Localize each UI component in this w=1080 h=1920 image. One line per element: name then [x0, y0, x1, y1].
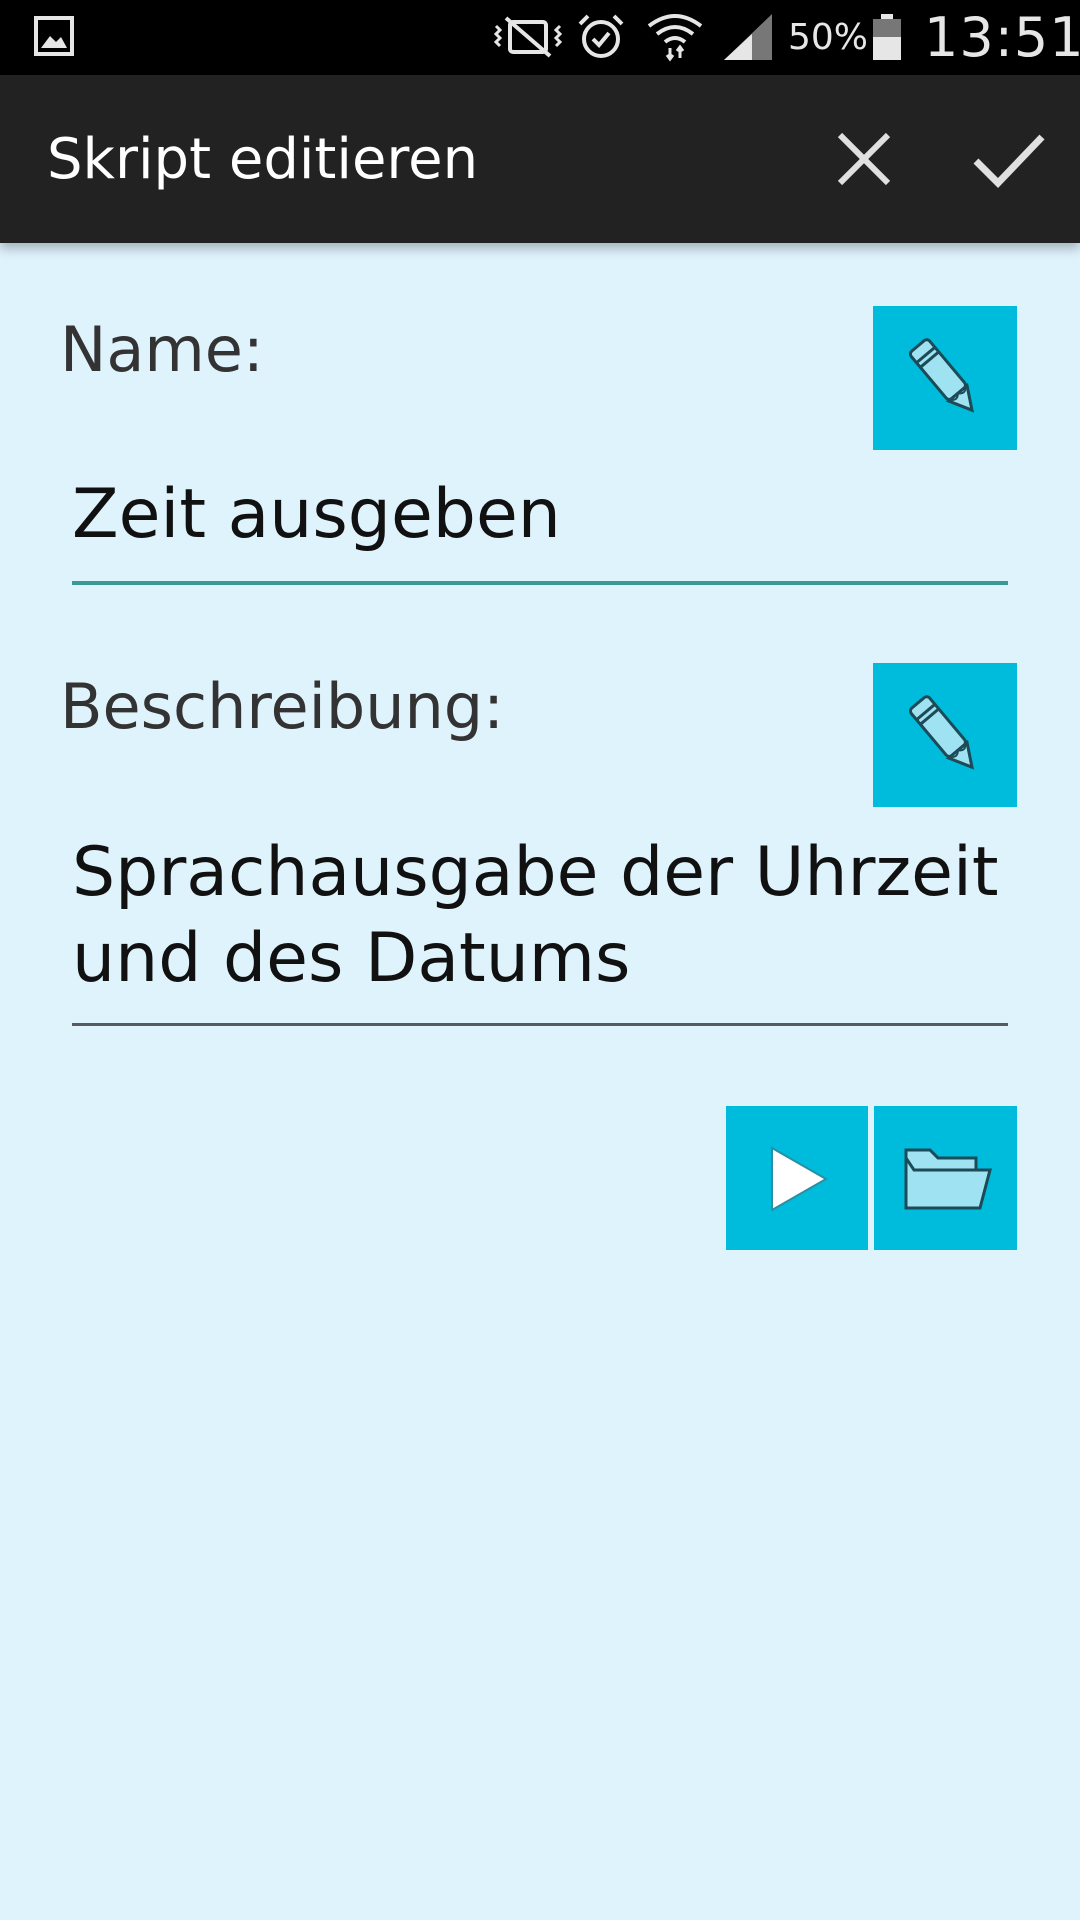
description-field[interactable]: Sprachausgabe der Uhrzeit und des Datums — [72, 830, 1012, 1002]
close-icon — [837, 132, 891, 186]
clock: 13:51 — [924, 6, 1080, 69]
name-field[interactable]: Zeit ausgeben — [72, 472, 1012, 558]
open-file-button[interactable] — [874, 1106, 1017, 1250]
page-title: Skript editieren — [47, 127, 479, 192]
signal-icon — [724, 14, 772, 60]
edit-description-button[interactable] — [873, 663, 1017, 807]
check-icon — [973, 134, 1045, 189]
folder-icon — [904, 1148, 992, 1210]
description-field-underline — [72, 1023, 1008, 1026]
confirm-button[interactable] — [958, 109, 1058, 209]
description-label: Beschreibung: — [60, 670, 505, 743]
cancel-button[interactable] — [814, 109, 914, 209]
status-bar: 50% 13:51 — [0, 0, 1080, 75]
description-line-1: Sprachausgabe der Uhrzeit — [72, 833, 999, 912]
pencil-icon — [908, 695, 975, 770]
play-icon — [771, 1146, 829, 1212]
action-bar: Skript editieren — [0, 75, 1080, 243]
name-label: Name: — [60, 313, 264, 386]
name-field-underline — [72, 581, 1008, 585]
run-script-button[interactable] — [726, 1106, 868, 1250]
mute-vibrate-icon — [493, 16, 563, 58]
pencil-icon — [908, 338, 975, 413]
gallery-notification-icon — [34, 16, 74, 56]
alarm-icon — [578, 14, 624, 58]
description-line-2: und des Datums — [72, 919, 631, 998]
wifi-icon — [647, 14, 703, 62]
edit-name-button[interactable] — [873, 306, 1017, 450]
battery-percent: 50% — [788, 17, 869, 58]
battery-icon — [873, 14, 901, 60]
